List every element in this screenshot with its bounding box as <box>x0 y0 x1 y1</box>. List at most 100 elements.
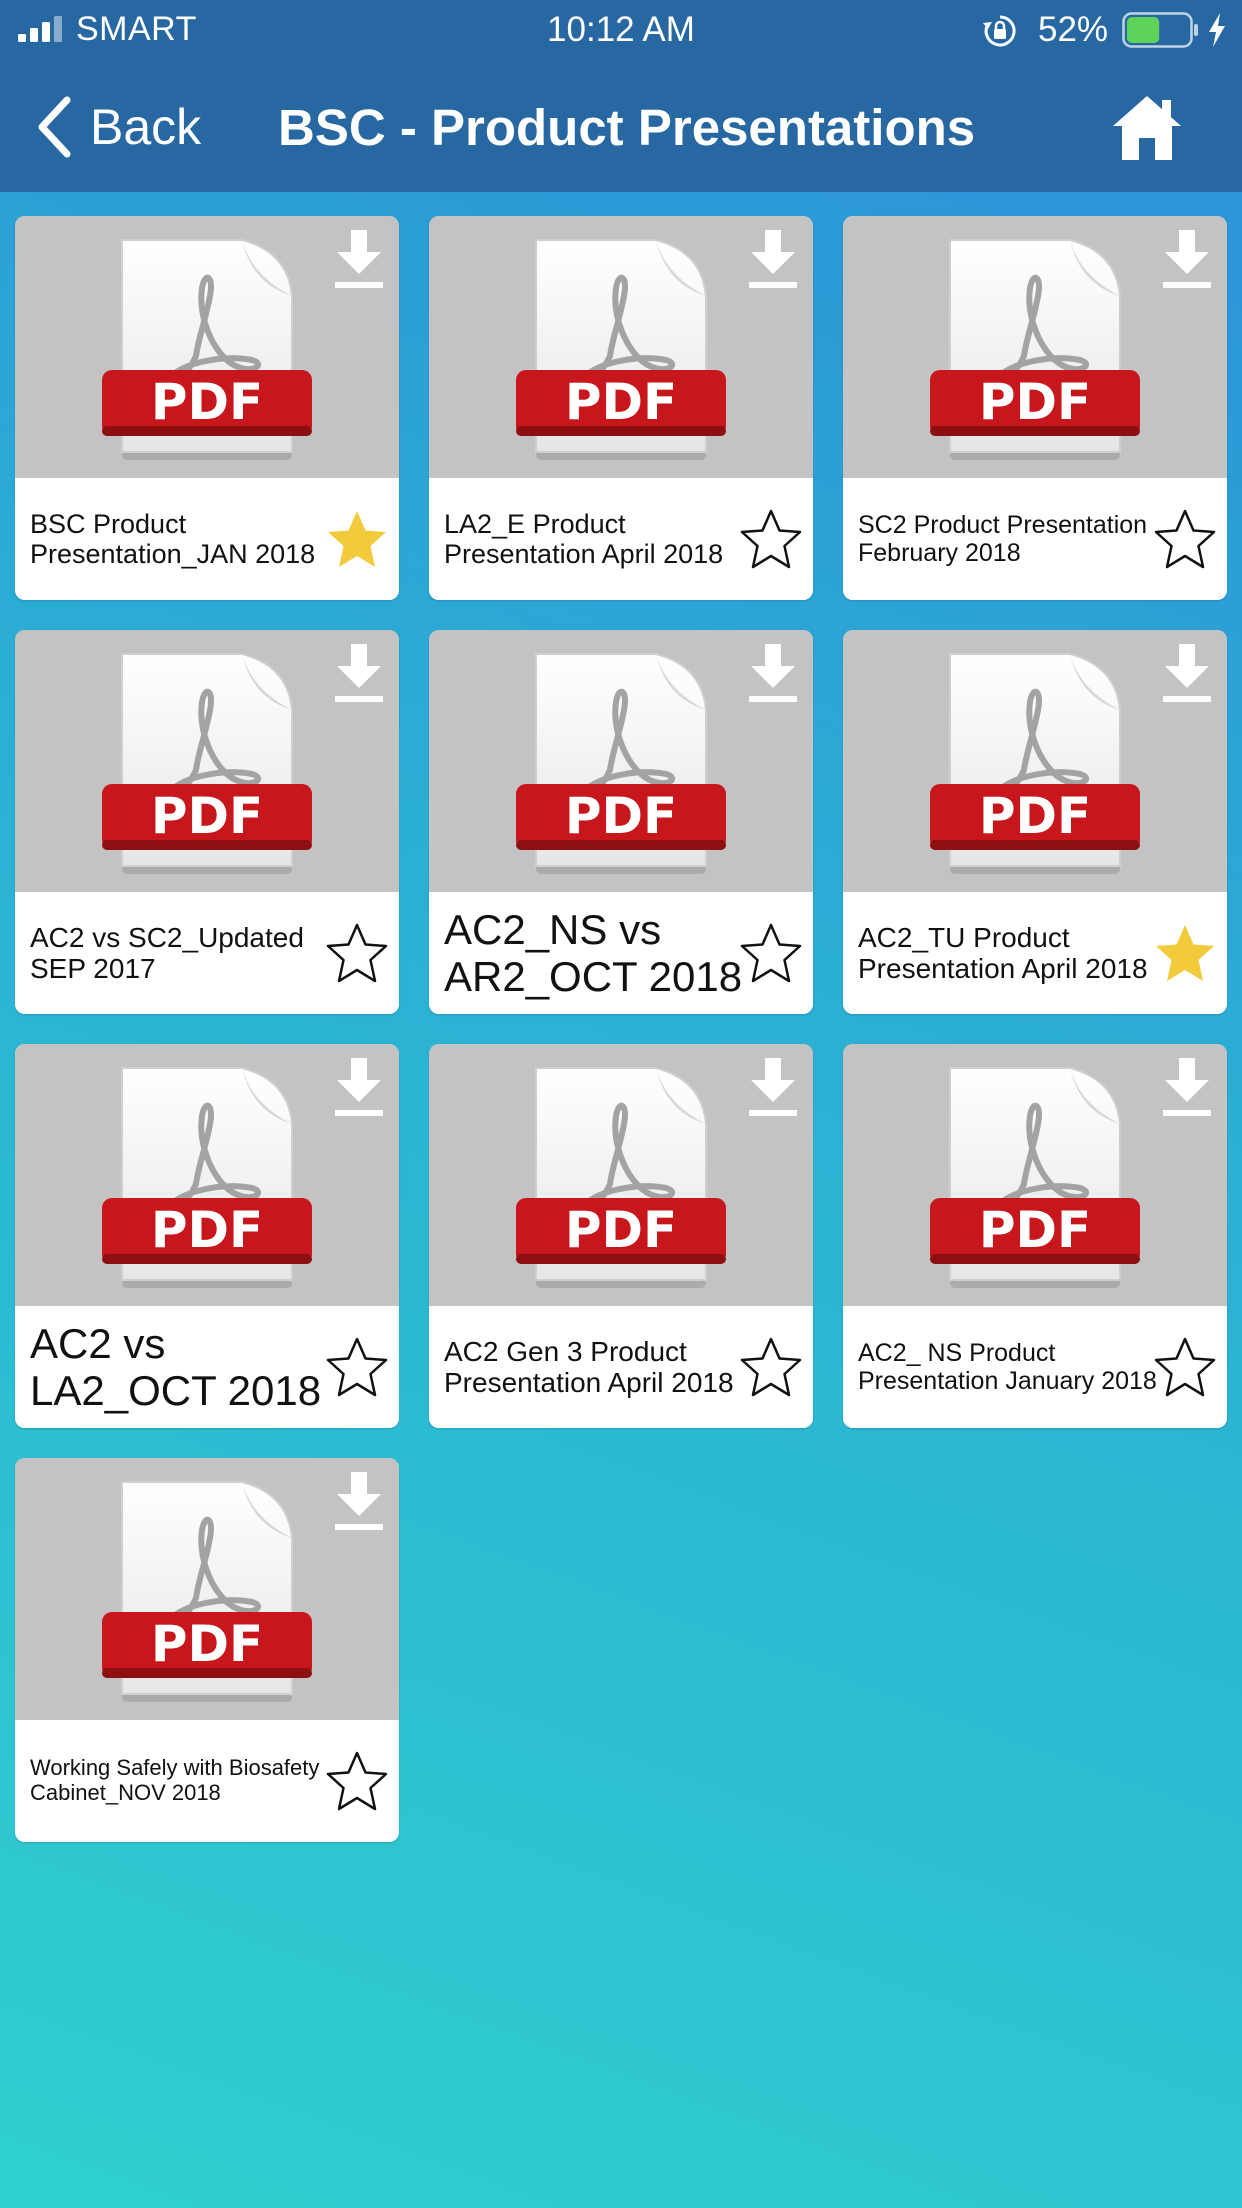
document-title: SC2 Product Presentation February 2018 <box>858 511 1148 567</box>
document-card[interactable]: PDF AC2 vs SC2_Updated SEP 2017 <box>15 630 399 1014</box>
download-icon[interactable] <box>333 230 385 290</box>
download-icon[interactable] <box>1161 644 1213 704</box>
top-bar: SMART 10:12 AM 52% Back BSC - Product Pr… <box>0 0 1242 192</box>
star-outline-icon[interactable] <box>739 922 803 984</box>
document-caption: AC2 vs LA2_OCT 2018 <box>15 1306 399 1428</box>
document-thumbnail[interactable]: PDF <box>15 1458 399 1720</box>
document-thumbnail[interactable]: PDF <box>429 1044 813 1306</box>
document-title: LA2_E Product Presentation April 2018 <box>444 508 724 569</box>
document-thumbnail[interactable]: PDF <box>843 1044 1227 1306</box>
star-filled-icon[interactable] <box>1153 922 1217 984</box>
svg-text:PDF: PDF <box>151 373 263 431</box>
pdf-file-icon: PDF <box>516 239 726 460</box>
document-caption: LA2_E Product Presentation April 2018 <box>429 478 813 600</box>
download-icon[interactable] <box>333 644 385 704</box>
document-title: AC2_NS vs AR2_OCT 2018 <box>444 905 743 1000</box>
document-title: AC2_ NS Product Presentation January 201… <box>858 1339 1157 1395</box>
pdf-file-icon: PDF <box>102 1481 312 1702</box>
document-title: AC2_TU Product Presentation April 2018 <box>858 921 1148 984</box>
document-card[interactable]: PDF AC2_NS vs AR2_OCT 2018 <box>429 630 813 1014</box>
caption-wrap: SC2 Product Presentation February 2018 <box>858 478 1163 600</box>
document-thumbnail[interactable]: PDF <box>843 630 1227 892</box>
caption-wrap: AC2 Gen 3 Product Presentation April 201… <box>444 1306 749 1428</box>
star-outline-icon[interactable] <box>325 1336 389 1398</box>
document-card[interactable]: PDF Working Safely with Biosafety Cabine… <box>15 1458 399 1842</box>
download-icon[interactable] <box>1161 230 1213 290</box>
svg-text:PDF: PDF <box>565 1201 677 1259</box>
star-outline-icon[interactable] <box>325 922 389 984</box>
caption-wrap: Working Safely with Biosafety Cabinet_NO… <box>30 1720 335 1842</box>
svg-text:PDF: PDF <box>979 787 1091 845</box>
document-card[interactable]: PDF AC2_TU Product Presentation April 20… <box>843 630 1227 1014</box>
star-outline-icon[interactable] <box>739 508 803 570</box>
document-card[interactable]: PDF LA2_E Product Presentation April 201… <box>429 216 813 600</box>
star-filled-icon[interactable] <box>325 508 389 570</box>
document-thumbnail[interactable]: PDF <box>15 1044 399 1306</box>
pdf-file-icon: PDF <box>102 1067 312 1288</box>
document-card[interactable]: PDF AC2 Gen 3 Product Presentation April… <box>429 1044 813 1428</box>
document-card[interactable]: PDF AC2 vs LA2_OCT 2018 <box>15 1044 399 1428</box>
document-title: AC2 vs SC2_Updated SEP 2017 <box>30 921 304 984</box>
document-thumbnail[interactable]: PDF <box>15 630 399 892</box>
document-caption: AC2_TU Product Presentation April 2018 <box>843 892 1227 1014</box>
caption-wrap: BSC Product Presentation_JAN 2018 <box>30 478 335 600</box>
pdf-file-icon: PDF <box>930 653 1140 874</box>
document-caption: SC2 Product Presentation February 2018 <box>843 478 1227 600</box>
download-icon[interactable] <box>1161 1058 1213 1118</box>
pdf-file-icon: PDF <box>930 239 1140 460</box>
pdf-file-icon: PDF <box>516 653 726 874</box>
charging-bolt-icon <box>1209 13 1225 47</box>
document-title: Working Safely with Biosafety Cabinet_NO… <box>30 1755 320 1805</box>
document-title: BSC Product Presentation_JAN 2018 <box>30 508 316 569</box>
navigation-bar: Back BSC - Product Presentations <box>0 62 1242 192</box>
pdf-file-icon: PDF <box>102 653 312 874</box>
page-title: BSC - Product Presentations <box>278 99 976 156</box>
document-title: AC2 Gen 3 Product Presentation April 201… <box>444 1335 734 1398</box>
document-card[interactable]: PDF BSC Product Presentation_JAN 2018 <box>15 216 399 600</box>
svg-text:PDF: PDF <box>151 1201 263 1259</box>
download-icon[interactable] <box>747 1058 799 1118</box>
document-card[interactable]: PDF AC2_ NS Product Presentation January… <box>843 1044 1227 1428</box>
caption-wrap: AC2_TU Product Presentation April 2018 <box>858 892 1163 1014</box>
document-card[interactable]: PDF SC2 Product Presentation February 20… <box>843 216 1227 600</box>
document-thumbnail[interactable]: PDF <box>15 216 399 478</box>
svg-text:PDF: PDF <box>151 1615 263 1673</box>
pdf-file-icon: PDF <box>102 239 312 460</box>
document-thumbnail[interactable]: PDF <box>429 216 813 478</box>
caption-wrap: AC2_NS vs AR2_OCT 2018 <box>444 892 749 1014</box>
document-caption: Working Safely with Biosafety Cabinet_NO… <box>15 1720 399 1842</box>
svg-text:PDF: PDF <box>565 787 677 845</box>
caption-wrap: AC2_ NS Product Presentation January 201… <box>858 1306 1163 1428</box>
chevron-left-icon <box>38 96 71 158</box>
document-title: AC2 vs LA2_OCT 2018 <box>30 1319 322 1414</box>
status-bar: SMART 10:12 AM 52% <box>0 0 1242 62</box>
document-caption: AC2_NS vs AR2_OCT 2018 <box>429 892 813 1014</box>
download-icon[interactable] <box>747 230 799 290</box>
star-outline-icon[interactable] <box>1153 1336 1217 1398</box>
pdf-file-icon: PDF <box>516 1067 726 1288</box>
document-thumbnail[interactable]: PDF <box>843 216 1227 478</box>
star-outline-icon[interactable] <box>1153 508 1217 570</box>
battery-icon <box>1122 12 1198 48</box>
download-icon[interactable] <box>333 1472 385 1532</box>
caption-wrap: AC2 vs SC2_Updated SEP 2017 <box>30 892 335 1014</box>
home-icon[interactable] <box>1110 92 1184 164</box>
back-button[interactable]: Back <box>36 92 201 162</box>
download-icon[interactable] <box>747 644 799 704</box>
download-icon[interactable] <box>333 1058 385 1118</box>
pdf-file-icon: PDF <box>930 1067 1140 1288</box>
star-outline-icon[interactable] <box>325 1750 389 1812</box>
caption-wrap: LA2_E Product Presentation April 2018 <box>444 478 749 600</box>
svg-text:PDF: PDF <box>979 1201 1091 1259</box>
svg-text:PDF: PDF <box>151 787 263 845</box>
document-caption: AC2_ NS Product Presentation January 201… <box>843 1306 1227 1428</box>
document-thumbnail[interactable]: PDF <box>429 630 813 892</box>
caption-wrap: AC2 vs LA2_OCT 2018 <box>30 1306 335 1428</box>
rotation-lock-icon <box>983 15 1016 47</box>
star-outline-icon[interactable] <box>739 1336 803 1398</box>
document-caption: BSC Product Presentation_JAN 2018 <box>15 478 399 600</box>
svg-text:PDF: PDF <box>979 373 1091 431</box>
document-caption: AC2 vs SC2_Updated SEP 2017 <box>15 892 399 1014</box>
svg-text:PDF: PDF <box>565 373 677 431</box>
battery-percent: 52% <box>1038 10 1109 49</box>
